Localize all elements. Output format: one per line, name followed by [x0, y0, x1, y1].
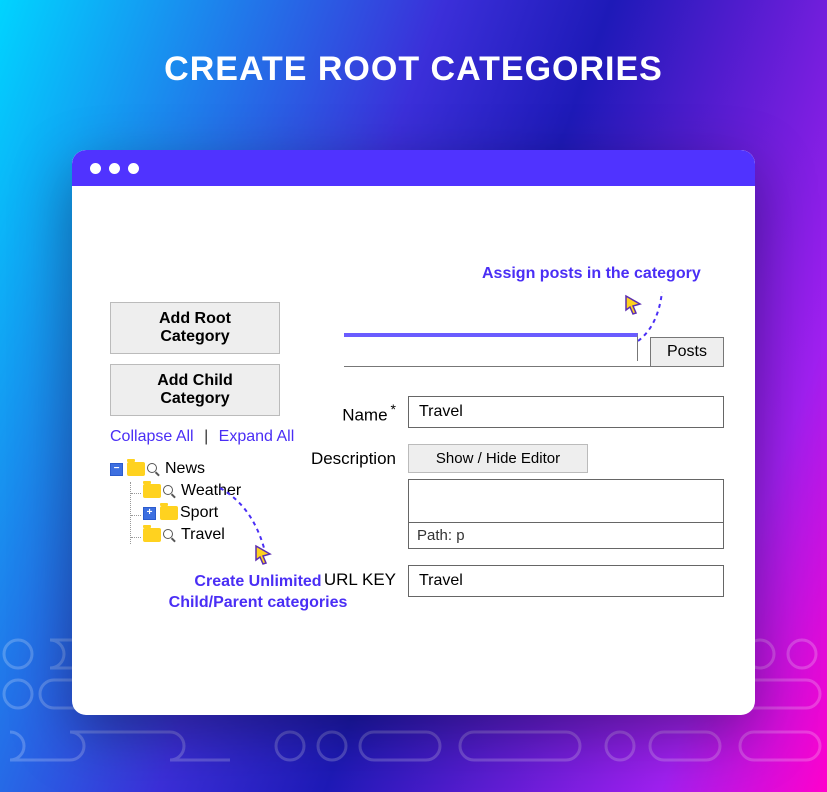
magnifier-icon	[147, 463, 160, 476]
tree-expand-icon[interactable]: +	[143, 507, 156, 520]
window-titlebar	[72, 150, 755, 186]
add-child-category-button[interactable]: Add Child Category	[110, 364, 280, 416]
editor-path-label: Path: p	[409, 522, 723, 548]
expand-all-link[interactable]: Expand All	[219, 428, 295, 445]
separator: |	[204, 428, 208, 445]
tree-controls: Collapse All | Expand All	[110, 428, 310, 446]
toggle-editor-button[interactable]: Show / Hide Editor	[408, 444, 588, 473]
name-label: Name*	[288, 396, 408, 426]
app-window: Assign posts in the category Add Root Ca…	[72, 150, 755, 715]
required-mark: *	[391, 401, 396, 417]
magnifier-icon	[163, 529, 176, 542]
page-title: CREATE ROOT CATEGORIES	[0, 0, 827, 89]
folder-icon	[143, 528, 161, 542]
folder-icon	[160, 506, 178, 520]
window-control-dot	[128, 163, 139, 174]
window-control-dot	[109, 163, 120, 174]
category-form: Name* Description Show / Hide Editor Pat…	[288, 396, 724, 613]
window-control-dot	[90, 163, 101, 174]
folder-icon	[127, 462, 145, 476]
description-editor[interactable]: Path: p	[408, 479, 724, 549]
add-root-category-button[interactable]: Add Root Category	[110, 302, 280, 354]
cursor-pointer-icon	[252, 544, 274, 566]
tab-posts[interactable]: Posts	[650, 337, 724, 366]
tab-active[interactable]	[344, 333, 638, 361]
cursor-pointer-icon	[622, 294, 644, 316]
magnifier-icon	[163, 485, 176, 498]
tree-node-news[interactable]: − News	[110, 460, 310, 478]
folder-icon	[143, 484, 161, 498]
collapse-all-link[interactable]: Collapse All	[110, 428, 194, 445]
tree-collapse-icon[interactable]: −	[110, 463, 123, 476]
description-label: Description	[288, 444, 408, 469]
name-input[interactable]	[408, 396, 724, 428]
tab-strip: Posts	[344, 337, 724, 367]
annotation-assign-posts: Assign posts in the category	[482, 264, 701, 285]
url-key-input[interactable]	[408, 565, 724, 597]
tree-node-label: News	[165, 460, 205, 478]
url-key-label: URL KEY	[288, 565, 408, 590]
